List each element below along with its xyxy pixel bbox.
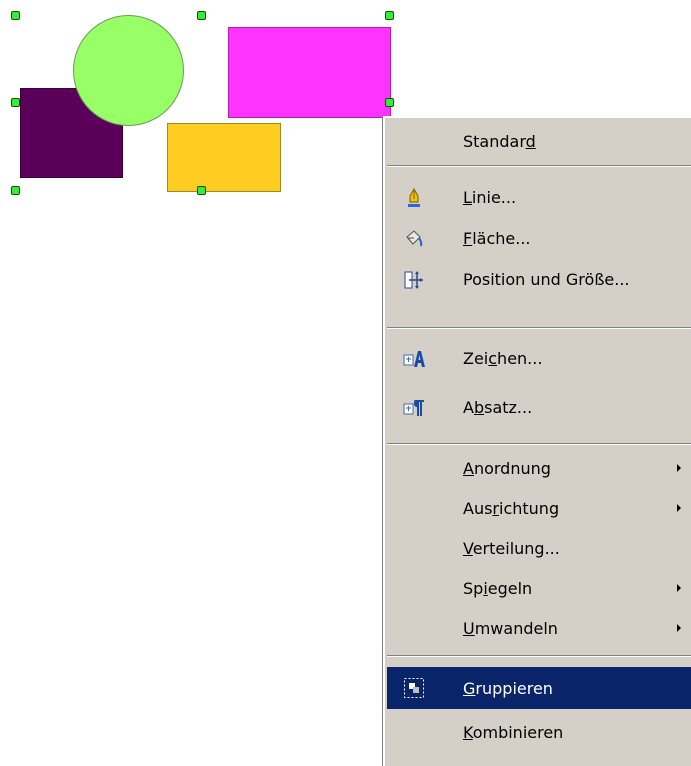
area-fill-bucket-icon [403, 228, 425, 250]
menu-separator [387, 443, 691, 445]
selection-handle-bottom-center[interactable] [197, 186, 206, 195]
selection-handle-bottom-left[interactable] [11, 186, 20, 195]
selection-handle-top-right[interactable] [385, 11, 394, 20]
menu-separator [387, 165, 691, 167]
selection-handle-top-center[interactable] [197, 11, 206, 20]
menu-item-label: Linie... [463, 187, 517, 207]
menu-item-standard[interactable]: Standard [387, 121, 691, 161]
menu-separator [387, 327, 691, 329]
paragraph-icon [403, 397, 425, 419]
submenu-arrow-icon [677, 464, 681, 472]
menu-item-ausrichtung[interactable]: Ausrichtung [387, 488, 691, 528]
menu-item-umwandeln[interactable]: Umwandeln [387, 608, 691, 648]
selection-handle-top-left[interactable] [11, 11, 20, 20]
menu-item-label: Verteilung... [463, 538, 560, 558]
menu-separator [387, 655, 691, 657]
menu-item-flaeche[interactable]: Fläche... [387, 218, 691, 258]
menu-item-gruppieren[interactable]: Gruppieren [387, 667, 691, 709]
character-icon [403, 348, 425, 370]
selection-handle-middle-left[interactable] [11, 98, 20, 107]
menu-item-label: Anordnung [463, 458, 551, 478]
green-circle[interactable] [73, 15, 184, 126]
position-size-icon [403, 269, 425, 291]
menu-item-anordnung[interactable]: Anordnung [387, 448, 691, 488]
line-pen-icon [403, 187, 425, 209]
yellow-rectangle[interactable] [167, 123, 281, 192]
menu-item-label: Ausrichtung [463, 498, 560, 518]
submenu-arrow-icon [677, 624, 681, 632]
submenu-arrow-icon [677, 504, 681, 512]
magenta-rectangle[interactable] [228, 27, 391, 118]
context-menu: Standard Linie... Fläche... Position und Gr… [383, 116, 691, 766]
menu-item-label: Gruppieren [463, 678, 553, 698]
menu-item-label: Position und Größe... [463, 269, 630, 289]
menu-item-kombinieren[interactable]: Kombinieren [387, 712, 691, 752]
menu-item-position-und-groesse[interactable]: Position und Größe... [387, 259, 691, 299]
menu-item-label: Absatz... [463, 397, 533, 417]
menu-item-label: Kombinieren [463, 722, 564, 742]
menu-item-zeichen[interactable]: Zeichen... [387, 338, 691, 378]
menu-item-label: Spiegeln [463, 578, 533, 598]
menu-item-label: Zeichen... [463, 348, 543, 368]
menu-item-absatz[interactable]: Absatz... [387, 387, 691, 427]
menu-item-spiegeln[interactable]: Spiegeln [387, 568, 691, 608]
menu-item-label: Fläche... [463, 228, 531, 248]
menu-item-label: Standard [463, 131, 536, 151]
menu-item-verteilung[interactable]: Verteilung... [387, 528, 691, 568]
selection-handle-middle-right[interactable] [385, 98, 394, 107]
group-icon [403, 677, 425, 699]
menu-item-linie[interactable]: Linie... [387, 177, 691, 217]
submenu-arrow-icon [677, 584, 681, 592]
menu-item-label: Umwandeln [463, 618, 558, 638]
